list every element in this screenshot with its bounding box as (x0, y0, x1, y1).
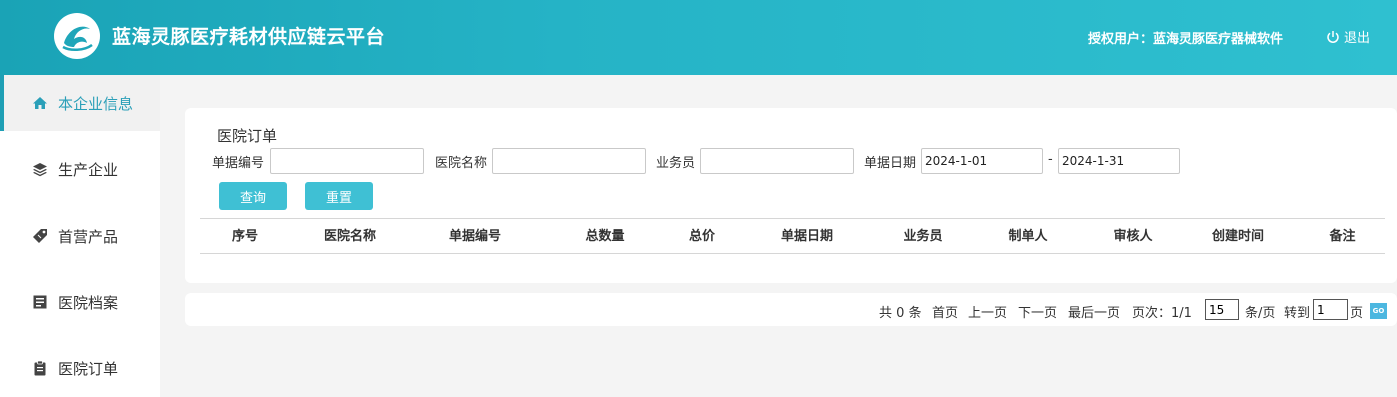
sidebar-item-first-products[interactable]: 首营产品 (0, 208, 160, 264)
hospital-name-input[interactable] (492, 148, 646, 174)
column-header[interactable]: 总数量 (540, 219, 670, 254)
salesperson-input[interactable] (700, 148, 854, 174)
doc-date-label: 单据日期 (864, 156, 917, 171)
page-title: 医院订单 (217, 127, 278, 145)
goto-page-input[interactable] (1313, 299, 1348, 320)
go-button[interactable]: GO (1370, 303, 1387, 319)
column-header[interactable]: 制单人 (966, 219, 1090, 254)
next-page-link[interactable]: 下一页 (1018, 302, 1057, 321)
sidebar-item-label: 首营产品 (58, 227, 119, 246)
sidebar-item-label: 医院档案 (58, 293, 119, 312)
column-header[interactable]: 总价 (670, 219, 734, 254)
salesperson-label: 业务员 (656, 156, 696, 171)
pagination-bar: 共 0 条 首页 上一页 下一页 最后一页 页次：1/1 条/页 转到 页 GO (185, 293, 1397, 326)
sidebar-item-label: 医院订单 (58, 359, 119, 378)
column-header[interactable]: 备注 (1300, 219, 1385, 254)
logout-label: 退出 (1344, 31, 1371, 46)
sidebar-item-manufacturers[interactable]: 生产企业 (0, 141, 160, 197)
sidebar-item-label: 生产企业 (58, 160, 119, 179)
authorized-user: 授权用户：蓝海灵豚医疗器械软件 (1088, 32, 1284, 47)
clipboard-icon (34, 360, 46, 376)
layers-icon (33, 163, 47, 177)
page-info: 页次：1/1 (1132, 306, 1192, 321)
sidebar-item-hospital-orders[interactable]: 医院订单 (0, 340, 160, 396)
doc-no-input[interactable] (270, 148, 424, 174)
page-size-input[interactable] (1205, 299, 1239, 320)
orders-table-header: 序号 医院名称 单据编号 总数量 总价 单据日期 业务员 制单人 审核人 创建时… (200, 218, 1385, 254)
hospital-name-label: 医院名称 (435, 156, 488, 171)
column-header[interactable]: 序号 (200, 219, 290, 254)
sidebar: 本企业信息 生产企业 首营产品 医院档案 医院订单 (0, 75, 160, 397)
order-search-panel: 医院订单 单据编号 医院名称 业务员 单据日期 - 查询 重置 序号 医院名称 … (185, 108, 1397, 283)
total-count: 共 0 条 (879, 306, 922, 321)
doc-no-label: 单据编号 (212, 156, 265, 171)
app-title: 蓝海灵豚医疗耗材供应链云平台 (112, 26, 386, 48)
dolphin-logo-icon (54, 13, 100, 59)
per-page-label: 条/页 (1245, 306, 1276, 321)
first-page-link[interactable]: 首页 (932, 302, 958, 321)
query-button[interactable]: 查询 (219, 182, 287, 210)
column-header[interactable]: 创建时间 (1176, 219, 1300, 254)
reset-button[interactable]: 重置 (305, 182, 373, 210)
page-suffix: 页 (1350, 306, 1364, 321)
column-header[interactable]: 单据编号 (410, 219, 540, 254)
prev-page-link[interactable]: 上一页 (968, 302, 1007, 321)
date-to-input[interactable] (1058, 148, 1180, 174)
date-from-input[interactable] (921, 148, 1043, 174)
home-icon (33, 97, 47, 109)
goto-label: 转到 (1284, 306, 1311, 321)
tag-icon (33, 229, 47, 243)
sidebar-item-label: 本企业信息 (58, 94, 134, 113)
column-header[interactable]: 审核人 (1090, 219, 1176, 254)
column-header[interactable]: 医院名称 (290, 219, 410, 254)
column-header[interactable]: 业务员 (880, 219, 966, 254)
power-icon (1327, 30, 1339, 43)
app-header: 蓝海灵豚医疗耗材供应链云平台 授权用户：蓝海灵豚医疗器械软件 退出 (0, 0, 1397, 75)
column-header[interactable]: 单据日期 (734, 219, 880, 254)
sidebar-item-hospital-archive[interactable]: 医院档案 (0, 274, 160, 330)
date-range-separator: - (1048, 152, 1053, 167)
logout-button[interactable]: 退出 (1326, 27, 1370, 46)
archive-icon (33, 295, 47, 309)
sidebar-item-company-info[interactable]: 本企业信息 (0, 75, 160, 131)
last-page-link[interactable]: 最后一页 (1068, 302, 1120, 321)
